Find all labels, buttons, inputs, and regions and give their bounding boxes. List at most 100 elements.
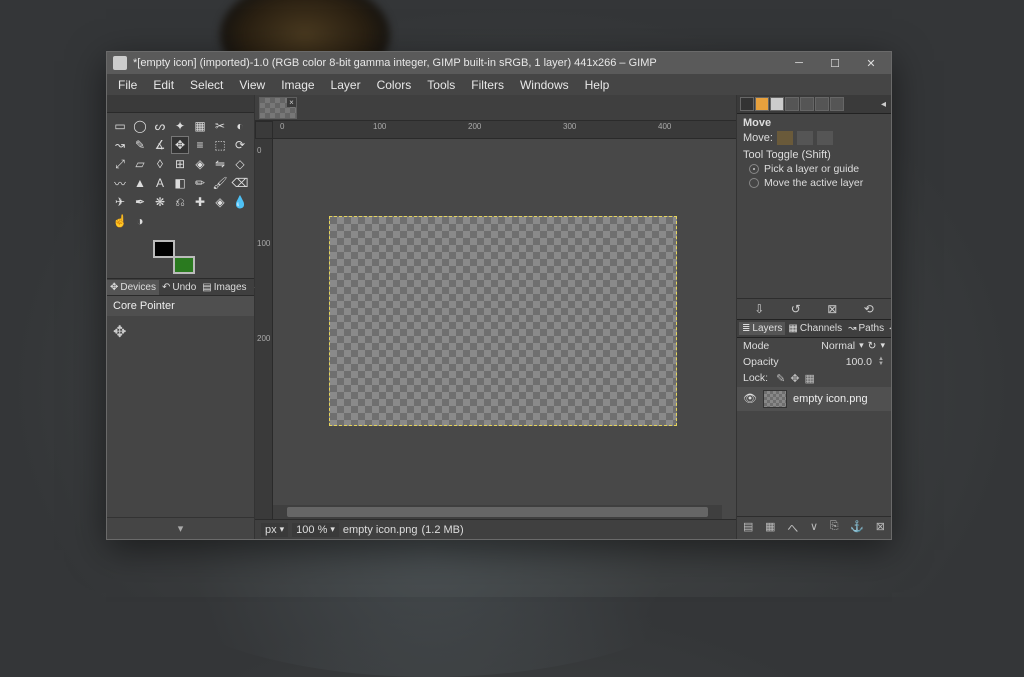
- close-button[interactable]: ✕: [853, 52, 889, 74]
- close-tab-icon[interactable]: ×: [287, 98, 296, 107]
- new-layer-icon[interactable]: ▤: [743, 520, 753, 536]
- tab-devices[interactable]: ✥Devices: [107, 280, 159, 295]
- tab-paths[interactable]: ↝Paths: [845, 322, 887, 335]
- horizontal-ruler[interactable]: 0 100 200 300 400: [273, 121, 736, 139]
- by-color-select-tool[interactable]: ▦: [191, 117, 209, 135]
- dock-tab-7[interactable]: [830, 97, 844, 111]
- save-device-status-button[interactable]: ▾: [107, 517, 254, 539]
- menu-colors[interactable]: Colors: [370, 76, 419, 94]
- mypaint-tool[interactable]: ❋: [151, 193, 169, 211]
- paintbrush-tool[interactable]: 🖌: [211, 174, 229, 192]
- eraser-tool[interactable]: ⌫: [231, 174, 249, 192]
- delete-preset-icon[interactable]: ⊠: [827, 302, 837, 316]
- visibility-eye-icon[interactable]: 👁: [743, 392, 757, 405]
- warp-tool[interactable]: 〰: [111, 174, 129, 192]
- layer-name[interactable]: empty icon.png: [793, 393, 868, 405]
- opacity-value[interactable]: 100.0: [846, 356, 872, 368]
- duplicate-layer-icon[interactable]: ⎘: [830, 520, 839, 536]
- rotate-tool[interactable]: ⟳: [231, 136, 249, 154]
- anchor-layer-icon[interactable]: ⚓: [850, 520, 864, 536]
- minimize-button[interactable]: ─: [781, 52, 817, 74]
- reset-preset-icon[interactable]: ⟲: [864, 302, 874, 316]
- menu-help[interactable]: Help: [578, 76, 617, 94]
- color-swatches[interactable]: [153, 240, 195, 274]
- menu-image[interactable]: Image: [274, 76, 321, 94]
- dock-tab-6[interactable]: [815, 97, 829, 111]
- radio-pick-layer[interactable]: Pick a layer or guide: [749, 163, 885, 175]
- unified-transform-tool[interactable]: ⊞: [171, 155, 189, 173]
- ink-tool[interactable]: ✒: [131, 193, 149, 211]
- menu-windows[interactable]: Windows: [513, 76, 576, 94]
- dock-tab-4[interactable]: [785, 97, 799, 111]
- raise-layer-icon[interactable]: へ: [787, 520, 798, 536]
- save-preset-icon[interactable]: ⇩: [754, 302, 764, 316]
- fuzzy-select-tool[interactable]: ✦: [171, 117, 189, 135]
- paths-tool[interactable]: ↝: [111, 136, 129, 154]
- layer-row[interactable]: 👁 empty icon.png: [737, 387, 891, 411]
- delete-layer-icon[interactable]: ⊠: [876, 520, 885, 536]
- dock-menu-icon[interactable]: ◂: [879, 99, 888, 110]
- move-tool[interactable]: ✥: [171, 136, 189, 154]
- canvas-image[interactable]: [329, 216, 677, 426]
- dock-tab-1[interactable]: [740, 97, 754, 111]
- menu-filters[interactable]: Filters: [464, 76, 511, 94]
- shear-tool[interactable]: ▱: [131, 155, 149, 173]
- pencil-tool[interactable]: ✏: [191, 174, 209, 192]
- menu-file[interactable]: File: [111, 76, 144, 94]
- tab-layers[interactable]: ≣Layers: [739, 322, 785, 335]
- menu-view[interactable]: View: [232, 76, 272, 94]
- lock-position-icon[interactable]: ✥: [790, 372, 799, 385]
- opacity-spinner[interactable]: ▲▼: [878, 357, 885, 367]
- tab-undo[interactable]: ↶ Undo: [159, 280, 199, 295]
- scissors-tool[interactable]: ✂: [211, 117, 229, 135]
- move-mode-layer-icon[interactable]: [777, 131, 793, 145]
- move-mode-selection-icon[interactable]: [797, 131, 813, 145]
- bucket-fill-tool[interactable]: ▲: [131, 174, 149, 192]
- dock-tab-3[interactable]: [770, 97, 784, 111]
- lower-layer-icon[interactable]: ∨: [810, 520, 818, 536]
- heal-tool[interactable]: ✚: [191, 193, 209, 211]
- menu-tools[interactable]: Tools: [420, 76, 462, 94]
- gradient-tool[interactable]: ◧: [171, 174, 189, 192]
- lock-pixels-icon[interactable]: ✎: [776, 372, 785, 385]
- smudge-tool[interactable]: ☝: [111, 212, 129, 230]
- cage-tool[interactable]: ◇: [231, 155, 249, 173]
- align-tool[interactable]: ≡: [191, 136, 209, 154]
- foreground-color[interactable]: [153, 240, 175, 258]
- perspective-clone-tool[interactable]: ◈: [211, 193, 229, 211]
- dock-tab-tool-options[interactable]: [755, 97, 769, 111]
- measure-tool[interactable]: ∡: [151, 136, 169, 154]
- menu-select[interactable]: Select: [183, 76, 230, 94]
- rect-select-tool[interactable]: ▭: [111, 117, 129, 135]
- lock-alpha-icon[interactable]: ▦: [805, 372, 815, 385]
- mode-swap-icon[interactable]: ↻: [868, 340, 877, 352]
- restore-preset-icon[interactable]: ↺: [791, 302, 801, 316]
- foreground-select-tool[interactable]: ◐: [231, 117, 249, 135]
- dock-tab-5[interactable]: [800, 97, 814, 111]
- vertical-ruler[interactable]: 0 100 200: [255, 139, 273, 519]
- flip-tool[interactable]: ⇋: [211, 155, 229, 173]
- blur-sharpen-tool[interactable]: 💧: [231, 193, 249, 211]
- tab-channels[interactable]: ▦Channels: [785, 322, 845, 335]
- new-group-icon[interactable]: ▦: [765, 520, 775, 536]
- free-select-tool[interactable]: ᔕ: [151, 117, 169, 135]
- image-tab[interactable]: ×: [259, 97, 297, 119]
- move-mode-path-icon[interactable]: [817, 131, 833, 145]
- menu-edit[interactable]: Edit: [146, 76, 181, 94]
- horizontal-scrollbar[interactable]: [273, 505, 722, 519]
- tab-images[interactable]: ▤ Images: [199, 280, 249, 295]
- text-tool[interactable]: A: [151, 174, 169, 192]
- clone-tool[interactable]: ⎌: [171, 193, 189, 211]
- zoom-selector[interactable]: 100 %▾: [292, 523, 339, 537]
- ellipse-select-tool[interactable]: ◯: [131, 117, 149, 135]
- airbrush-tool[interactable]: ✈: [111, 193, 129, 211]
- perspective-tool[interactable]: ◊: [151, 155, 169, 173]
- menu-layer[interactable]: Layer: [324, 76, 368, 94]
- maximize-button[interactable]: ☐: [817, 52, 853, 74]
- dodge-burn-tool[interactable]: ◑: [131, 212, 149, 230]
- background-color[interactable]: [173, 256, 195, 274]
- layers-tab-menu-icon[interactable]: ◂: [887, 323, 891, 334]
- mode-selector[interactable]: Normal▾ ↻▾: [821, 340, 885, 352]
- color-picker-tool[interactable]: ✎: [131, 136, 149, 154]
- handle-transform-tool[interactable]: ◈: [191, 155, 209, 173]
